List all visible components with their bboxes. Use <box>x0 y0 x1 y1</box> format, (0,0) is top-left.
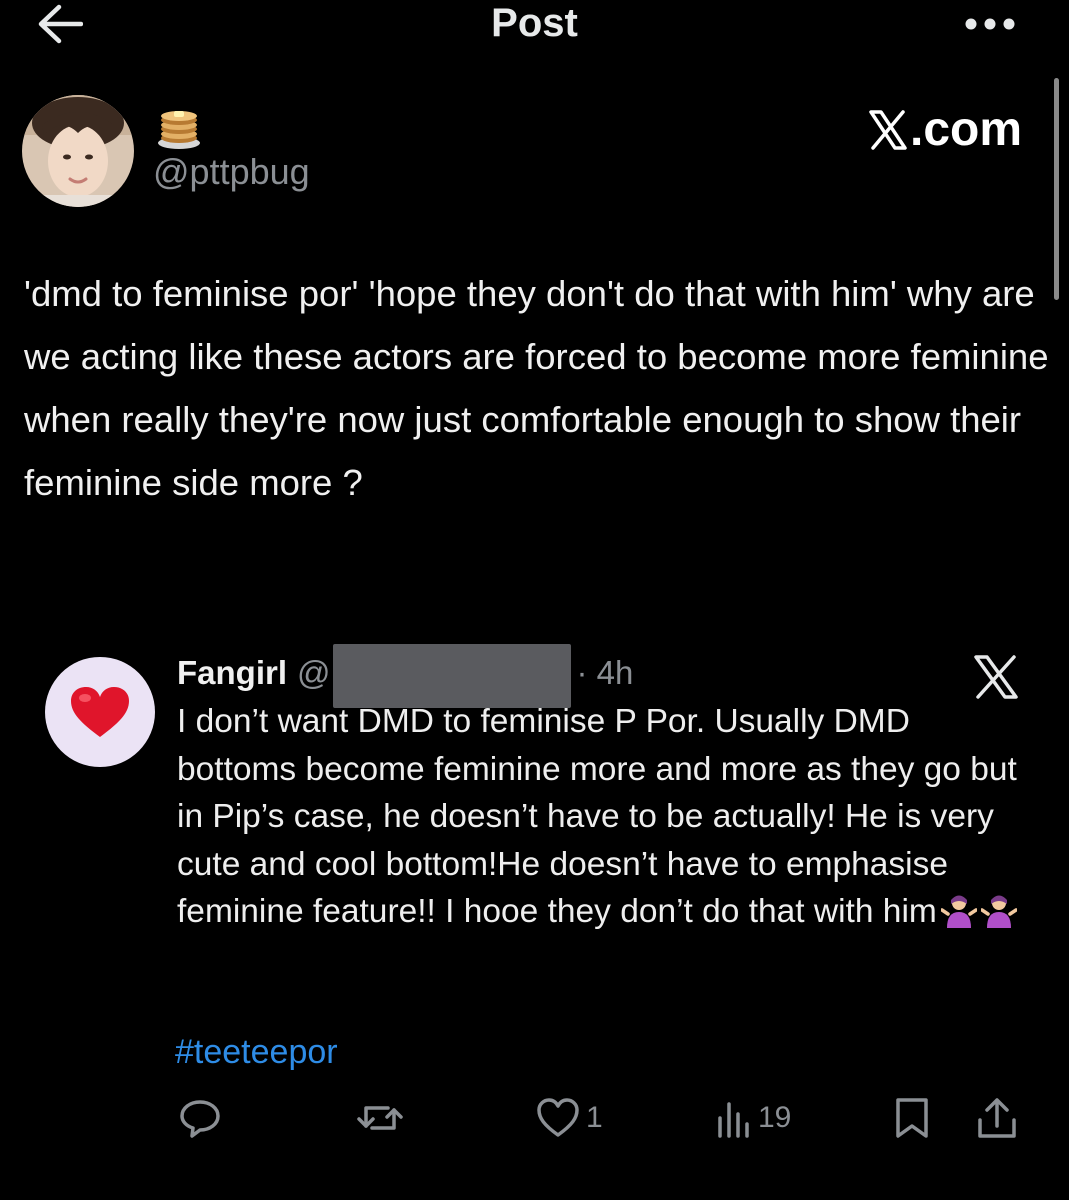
pancakes-icon <box>156 108 202 150</box>
reply-icon <box>180 1100 220 1138</box>
scrollbar[interactable] <box>1054 78 1059 300</box>
quoted-avatar[interactable] <box>45 657 155 767</box>
quoted-author-name[interactable]: Fangirl <box>177 654 287 692</box>
quoted-header: Fangirl @ · 4h <box>177 644 634 708</box>
repost-icon <box>357 1106 403 1130</box>
x-com-watermark: .com <box>868 102 1022 158</box>
person-shrugging-icon <box>940 892 978 928</box>
x-logo-icon <box>972 654 1020 700</box>
post-text: 'dmd to feminise por' 'hope they don't d… <box>24 273 1049 503</box>
views-icon <box>718 1102 749 1138</box>
repost-button[interactable] <box>356 1090 404 1146</box>
action-bar: 1 19 <box>0 1090 1069 1146</box>
quoted-timestamp: · 4h <box>576 654 634 691</box>
red-heart-icon <box>71 687 129 737</box>
bookmark-icon <box>896 1098 928 1138</box>
quoted-text: I don’t want DMD to feminise P Por. Usua… <box>177 698 1037 936</box>
person-shrugging-icon <box>980 892 1018 928</box>
views-count: 19 <box>758 1101 792 1134</box>
avatar[interactable] <box>22 95 134 207</box>
hashtag-link[interactable]: #teeteepor <box>175 1030 338 1074</box>
x-com-text: .com <box>910 103 1023 156</box>
page-title: Post <box>491 1 578 45</box>
author-handle[interactable]: @pttpbug <box>153 150 310 194</box>
profile-photo <box>22 95 134 207</box>
share-button[interactable] <box>976 1090 1018 1146</box>
share-icon <box>978 1098 1016 1138</box>
quoted-post[interactable]: Fangirl @ · 4h I don’t want DMD to femin… <box>0 630 1069 990</box>
quoted-author-at: @ <box>297 654 331 691</box>
like-button[interactable]: 1 <box>536 1090 603 1146</box>
more-dots-icon <box>965 18 1015 30</box>
bookmark-button[interactable] <box>892 1090 932 1146</box>
more-options-button[interactable] <box>960 6 1020 42</box>
top-bar: Post <box>0 0 1069 60</box>
like-count: 1 <box>586 1101 603 1134</box>
quoted-text-body: I don’t want DMD to feminise P Por. Usua… <box>177 703 1017 930</box>
reply-button[interactable] <box>178 1090 222 1146</box>
like-icon <box>537 1098 579 1137</box>
x-logo-icon <box>869 110 907 150</box>
views-button[interactable]: 19 <box>716 1090 791 1146</box>
